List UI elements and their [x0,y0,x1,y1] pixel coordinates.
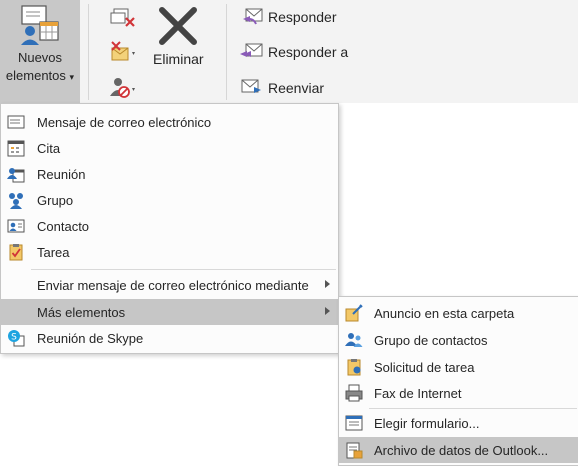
menu-item-label: Enviar mensaje de correo electrónico med… [37,277,309,293]
delete-button-label[interactable]: Eliminar [153,51,204,67]
ribbon: Nuevos elementos ▾ Eliminar Responder Re… [0,0,578,103]
menu-item-label: Mensaje de correo electrónico [37,114,212,130]
menu-item-label: Elegir formulario... [374,415,480,431]
submenu-item-task-request[interactable]: Solicitud de tarea [339,354,578,380]
meeting-icon [7,168,25,183]
new-items-label-1: Nuevos [17,50,63,65]
reply-all-icon [240,43,263,57]
reply-icon [243,8,263,25]
new-items-label-2: elementos ▾ [5,68,75,83]
ribbon-separator [88,4,89,100]
menu-item-label: Solicitud de tarea [374,359,475,375]
new-items-menu: Mensaje de correo electrónico Cita Reuni… [0,103,339,354]
skype-meeting-icon: S [8,330,25,347]
menu-item-label: Archivo de datos de Outlook... [374,442,549,458]
group-icon [9,193,23,209]
new-items-button[interactable]: Nuevos elementos ▾ [0,0,80,103]
fax-icon [345,384,363,402]
forward-icon [241,79,261,93]
ignore-icon[interactable] [108,6,138,30]
data-file-icon [346,442,363,459]
menu-item-skype-meeting[interactable]: S Reunión de Skype [1,325,338,351]
menu-item-label: Reunión de Skype [37,330,144,346]
submenu-item-post[interactable]: Anuncio en esta carpeta [339,300,578,326]
menu-item-label: Contacto [37,218,90,234]
submenu-item-contact-group[interactable]: Grupo de contactos [339,327,578,353]
delete-icon[interactable] [156,4,200,48]
svg-text:S: S [11,333,17,343]
clean-up-icon[interactable] [108,40,138,64]
menu-item-email-message[interactable]: Mensaje de correo electrónico [1,109,338,135]
menu-item-label: Más elementos [37,304,126,320]
reply-all-label: Responder a [268,44,349,60]
menu-item-meeting[interactable]: Reunión [1,161,338,187]
menu-item-label: Anuncio en esta carpeta [374,305,515,321]
post-note-icon [345,304,363,322]
form-icon [345,415,363,431]
menu-item-more-items[interactable]: Más elementos [1,299,338,325]
menu-item-appointment[interactable]: Cita [1,135,338,161]
submenu-arrow-icon [325,307,330,315]
task-clipboard-icon [9,244,23,261]
menu-item-contact[interactable]: Contacto [1,213,338,239]
menu-item-label: Tarea [37,244,70,260]
email-icon [7,115,25,129]
submenu-item-outlook-data-file[interactable]: Archivo de datos de Outlook... [339,437,578,463]
contact-group-icon [345,333,363,347]
calendar-icon [7,140,25,157]
junk-icon[interactable] [108,76,138,100]
contact-card-icon [7,219,25,233]
ribbon-separator [226,4,227,100]
menu-item-label: Grupo [37,192,74,208]
forward-button[interactable]: Reenviar [240,76,324,100]
submenu-item-choose-form[interactable]: Elegir formulario... [339,410,578,436]
forward-label: Reenviar [268,80,325,96]
reply-button[interactable]: Responder [240,5,337,29]
menu-divider [31,269,336,270]
menu-item-task[interactable]: Tarea [1,239,338,265]
menu-item-group[interactable]: Grupo [1,187,338,213]
reply-label: Responder [268,9,337,25]
menu-item-label: Cita [37,140,61,156]
submenu-arrow-icon [325,280,330,288]
menu-item-label: Grupo de contactos [374,332,488,348]
submenu-item-internet-fax[interactable]: Fax de Internet [339,380,578,406]
more-items-submenu: Anuncio en esta carpeta Grupo de contact… [338,296,578,466]
menu-item-send-email-using[interactable]: Enviar mensaje de correo electrónico med… [1,272,338,298]
new-items-icon [21,5,59,45]
menu-item-label: Reunión [37,166,86,182]
task-request-icon [347,359,361,376]
menu-item-label: Fax de Internet [374,385,462,401]
menu-divider [369,408,577,409]
reply-all-button[interactable]: Responder a [240,40,348,64]
